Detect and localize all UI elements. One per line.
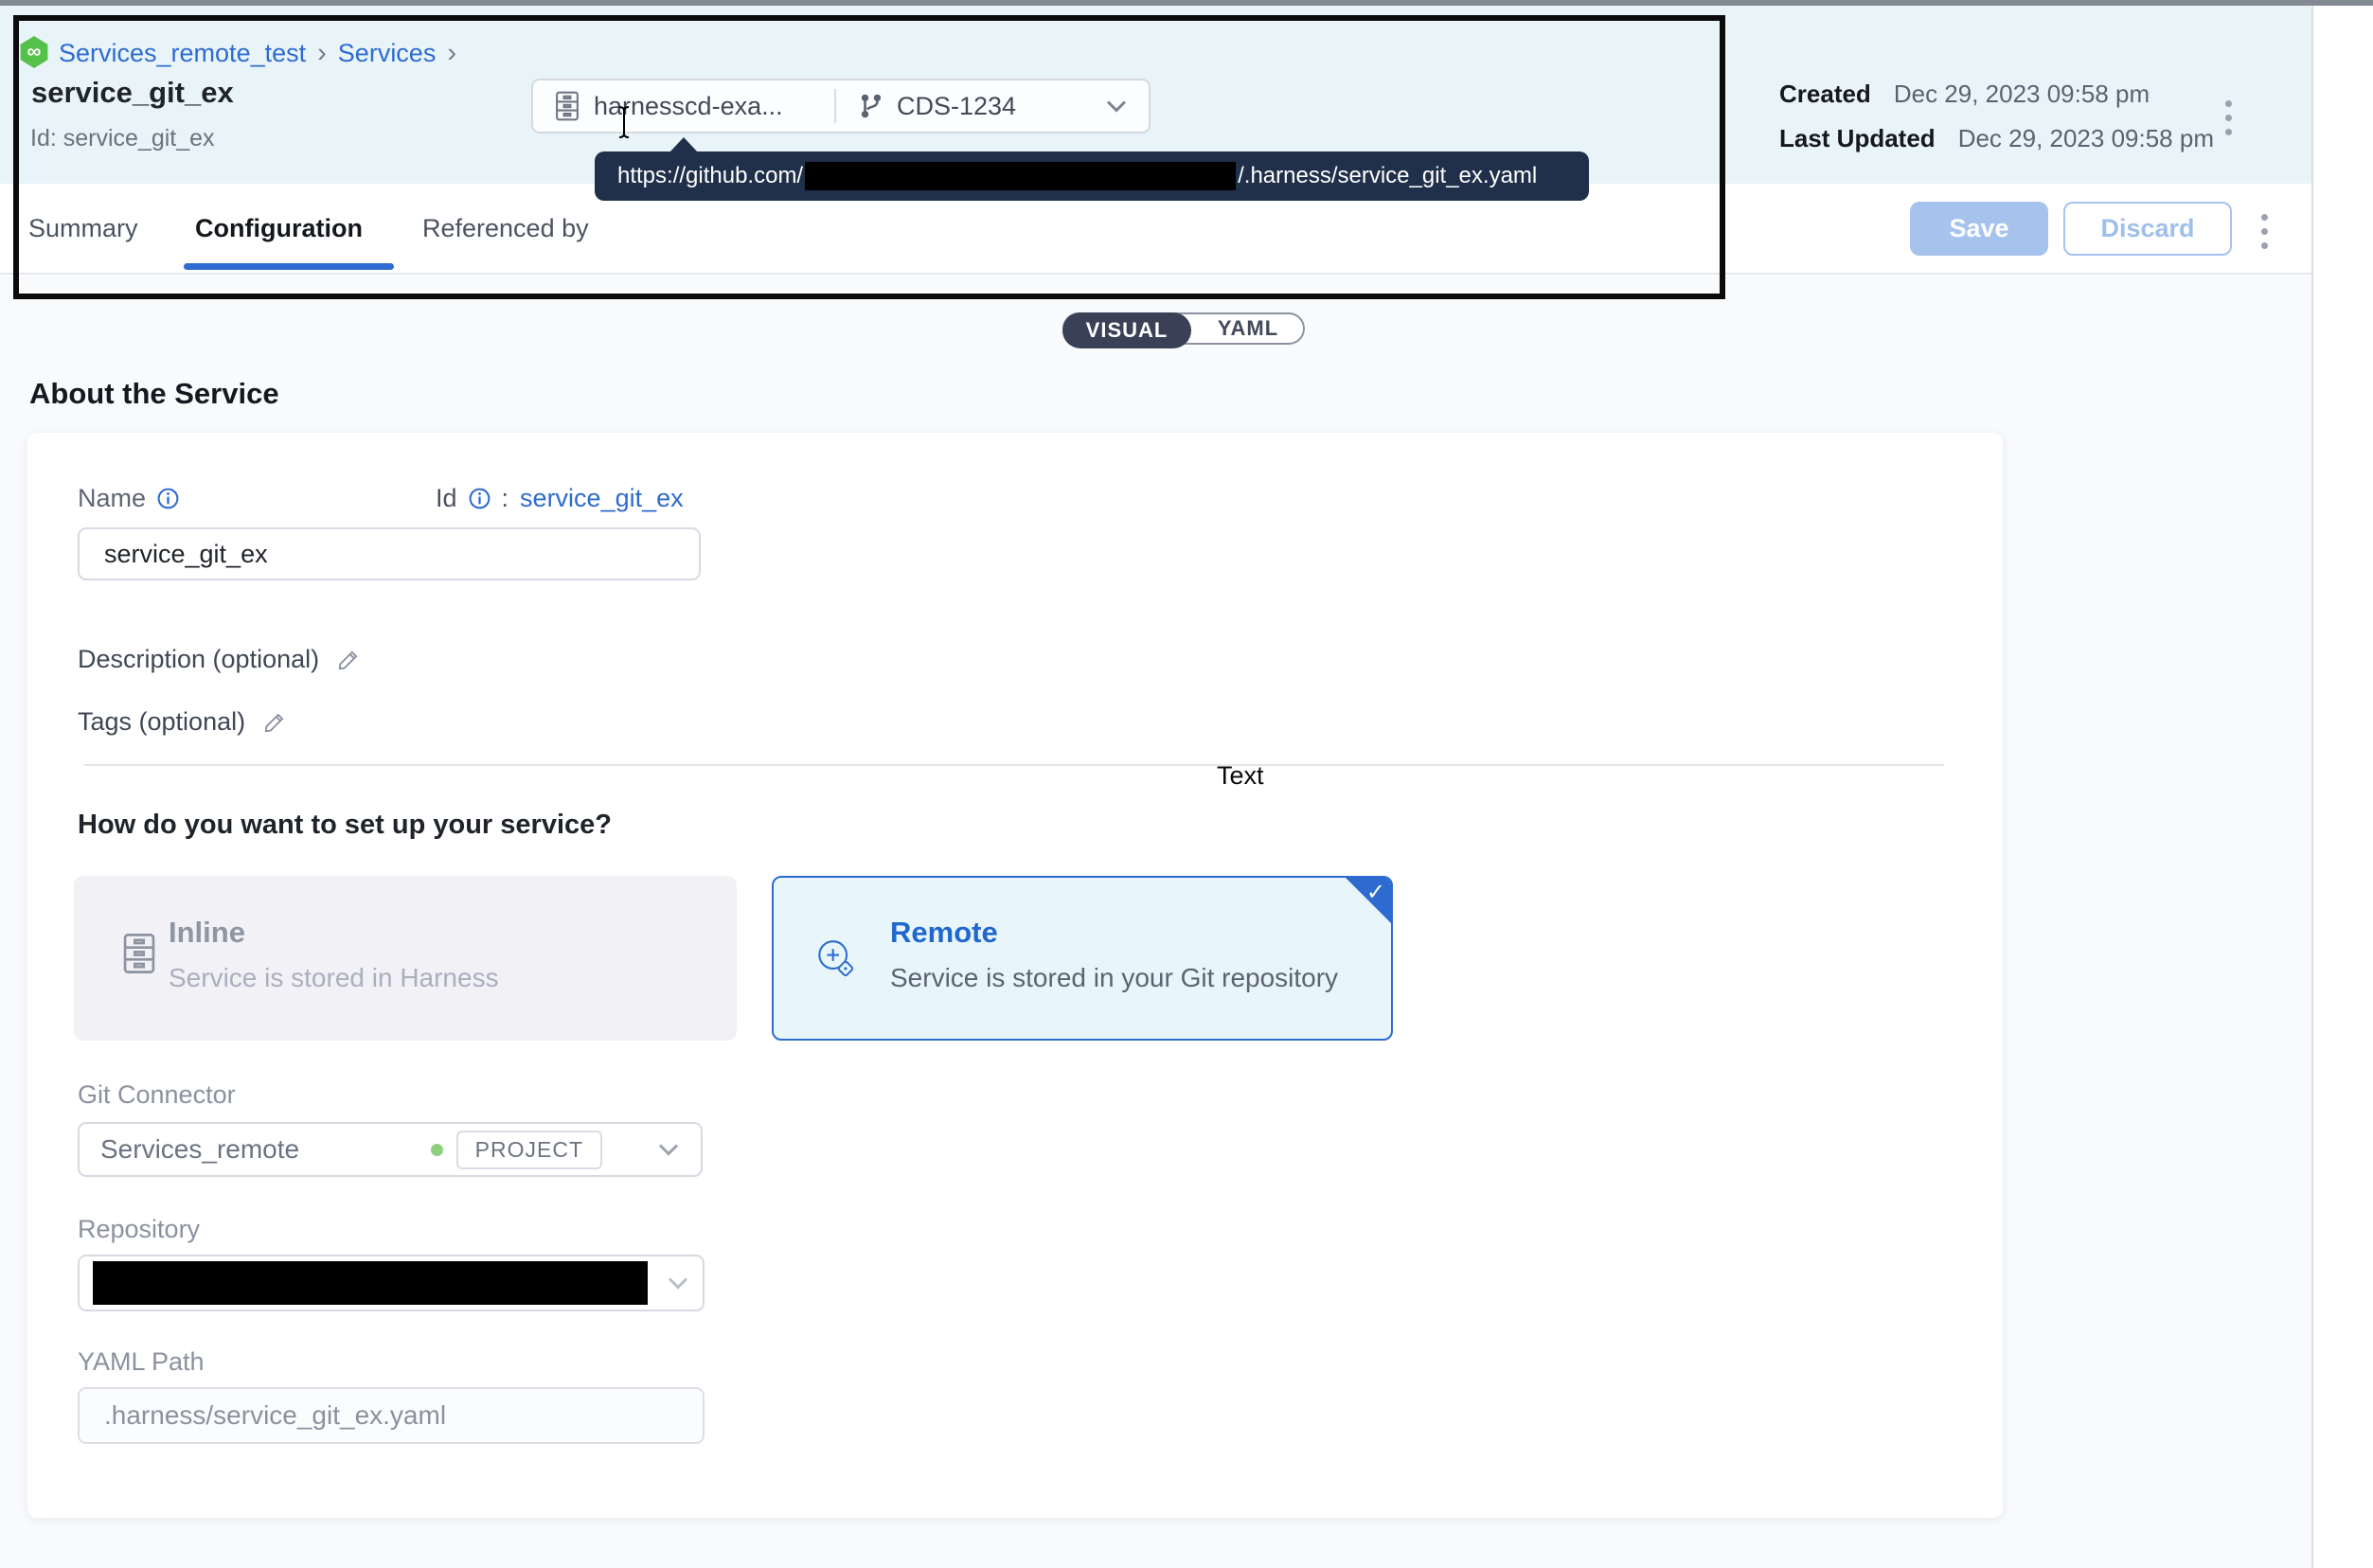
service-id-line: Id: service_git_ex (30, 125, 215, 152)
panel-right-edge (2311, 6, 2313, 1568)
tooltip-url-prefix: https://github.com/ (617, 163, 803, 189)
chevron-down-icon (1105, 98, 1128, 114)
yaml-path-input[interactable] (78, 1387, 705, 1444)
branch-name: CDS-1234 (897, 92, 1016, 121)
connector-status-dot (431, 1144, 443, 1156)
id-row: Id : service_git_ex (436, 484, 684, 513)
ibeam-cursor (616, 105, 632, 139)
check-icon: ✓ (1366, 879, 1385, 906)
section-divider (84, 764, 1944, 766)
yaml-path-label: YAML Path (78, 1347, 205, 1377)
breadcrumb-separator: › (317, 38, 327, 69)
git-connector-dropdown[interactable]: Services_remote PROJECT (78, 1122, 703, 1177)
connector-scope-badge: PROJECT (456, 1131, 602, 1169)
last-updated-value: Dec 29, 2023 09:58 pm (1958, 124, 2214, 153)
remote-option-subtitle: Service is stored in your Git repository (890, 963, 1338, 993)
header-overflow-menu[interactable] (2225, 100, 2232, 135)
description-row[interactable]: Description (optional) (78, 645, 361, 674)
created-label: Created (1779, 80, 1871, 109)
remote-option-card[interactable]: ✓ Remote Service is stored in your Git r… (772, 876, 1393, 1041)
created-value: Dec 29, 2023 09:58 pm (1894, 80, 2150, 109)
setup-question: How do you want to set up your service? (78, 810, 612, 841)
breadcrumb-separator: › (447, 38, 456, 69)
save-button[interactable]: Save (1910, 202, 2048, 256)
last-updated-label: Last Updated (1779, 124, 1936, 153)
stray-text-label: Text (1217, 761, 1264, 791)
redacted-repository-value (93, 1261, 648, 1305)
id-value[interactable]: service_git_ex (520, 484, 684, 513)
tooltip-url-suffix: /.harness/service_git_ex.yaml (1238, 163, 1537, 189)
remote-option-title: Remote (890, 916, 998, 950)
description-label: Description (optional) (78, 645, 319, 674)
edit-pencil-icon[interactable] (336, 648, 361, 672)
discard-button[interactable]: Discard (2063, 202, 2232, 256)
inline-storage-icon (121, 933, 157, 974)
created-row: Created Dec 29, 2023 09:58 pm (1779, 80, 2150, 109)
id-separator: : (502, 484, 509, 513)
about-heading: About the Service (29, 377, 279, 411)
git-connector-label: Git Connector (78, 1080, 236, 1110)
inline-option-card[interactable]: Inline Service is stored in Harness (74, 876, 737, 1041)
info-icon[interactable] (469, 488, 491, 509)
branch-segment[interactable]: CDS-1234 (836, 92, 1128, 121)
inline-option-title: Inline (169, 916, 245, 950)
tooltip-caret (669, 137, 699, 153)
breadcrumb-services-link[interactable]: Services (338, 39, 437, 68)
info-icon[interactable] (157, 488, 179, 509)
tab-referenced-by[interactable]: Referenced by (422, 214, 589, 243)
toggle-visual[interactable]: VISUAL (1062, 312, 1191, 348)
id-label: Id (436, 484, 457, 513)
last-updated-row: Last Updated Dec 29, 2023 09:58 pm (1779, 124, 2214, 153)
chevron-down-icon (657, 1142, 680, 1157)
toggle-yaml[interactable]: YAML (1193, 314, 1303, 343)
tab-configuration[interactable]: Configuration (195, 214, 363, 243)
repository-dropdown[interactable] (78, 1255, 705, 1311)
repo-segment[interactable]: harnesscd-exa... (554, 91, 834, 121)
tab-summary[interactable]: Summary (28, 214, 138, 243)
inline-option-subtitle: Service is stored in Harness (169, 963, 499, 993)
service-detail-page: ∞ Services_remote_test › Services › serv… (0, 0, 2373, 1568)
breadcrumb: Services_remote_test › Services › (59, 38, 456, 69)
page-title: service_git_ex (31, 76, 234, 110)
name-input[interactable] (78, 527, 701, 580)
repository-icon (554, 91, 580, 121)
git-connector-value: Services_remote (100, 1134, 299, 1165)
breadcrumb-project-link[interactable]: Services_remote_test (59, 39, 306, 68)
actions-overflow-menu[interactable] (2261, 214, 2268, 249)
repository-label: Repository (78, 1215, 200, 1244)
name-label-row: Name (78, 484, 179, 513)
name-label: Name (78, 484, 146, 513)
service-config-card: Name Id : service_git_ex Description (op… (27, 433, 2003, 1518)
git-branch-icon (859, 93, 883, 119)
tags-label: Tags (optional) (78, 707, 245, 737)
chevron-down-icon (667, 1275, 689, 1291)
yaml-url-tooltip: https://github.com/ /.harness/service_gi… (595, 151, 1589, 201)
edit-pencil-icon[interactable] (262, 710, 287, 735)
remote-storage-icon (813, 936, 857, 980)
active-tab-underline (184, 263, 394, 270)
visual-yaml-toggle: VISUAL YAML (1062, 312, 1305, 345)
tags-row[interactable]: Tags (optional) (78, 707, 287, 737)
redacted-repo-path (805, 162, 1236, 190)
infinity-icon: ∞ (27, 41, 42, 63)
